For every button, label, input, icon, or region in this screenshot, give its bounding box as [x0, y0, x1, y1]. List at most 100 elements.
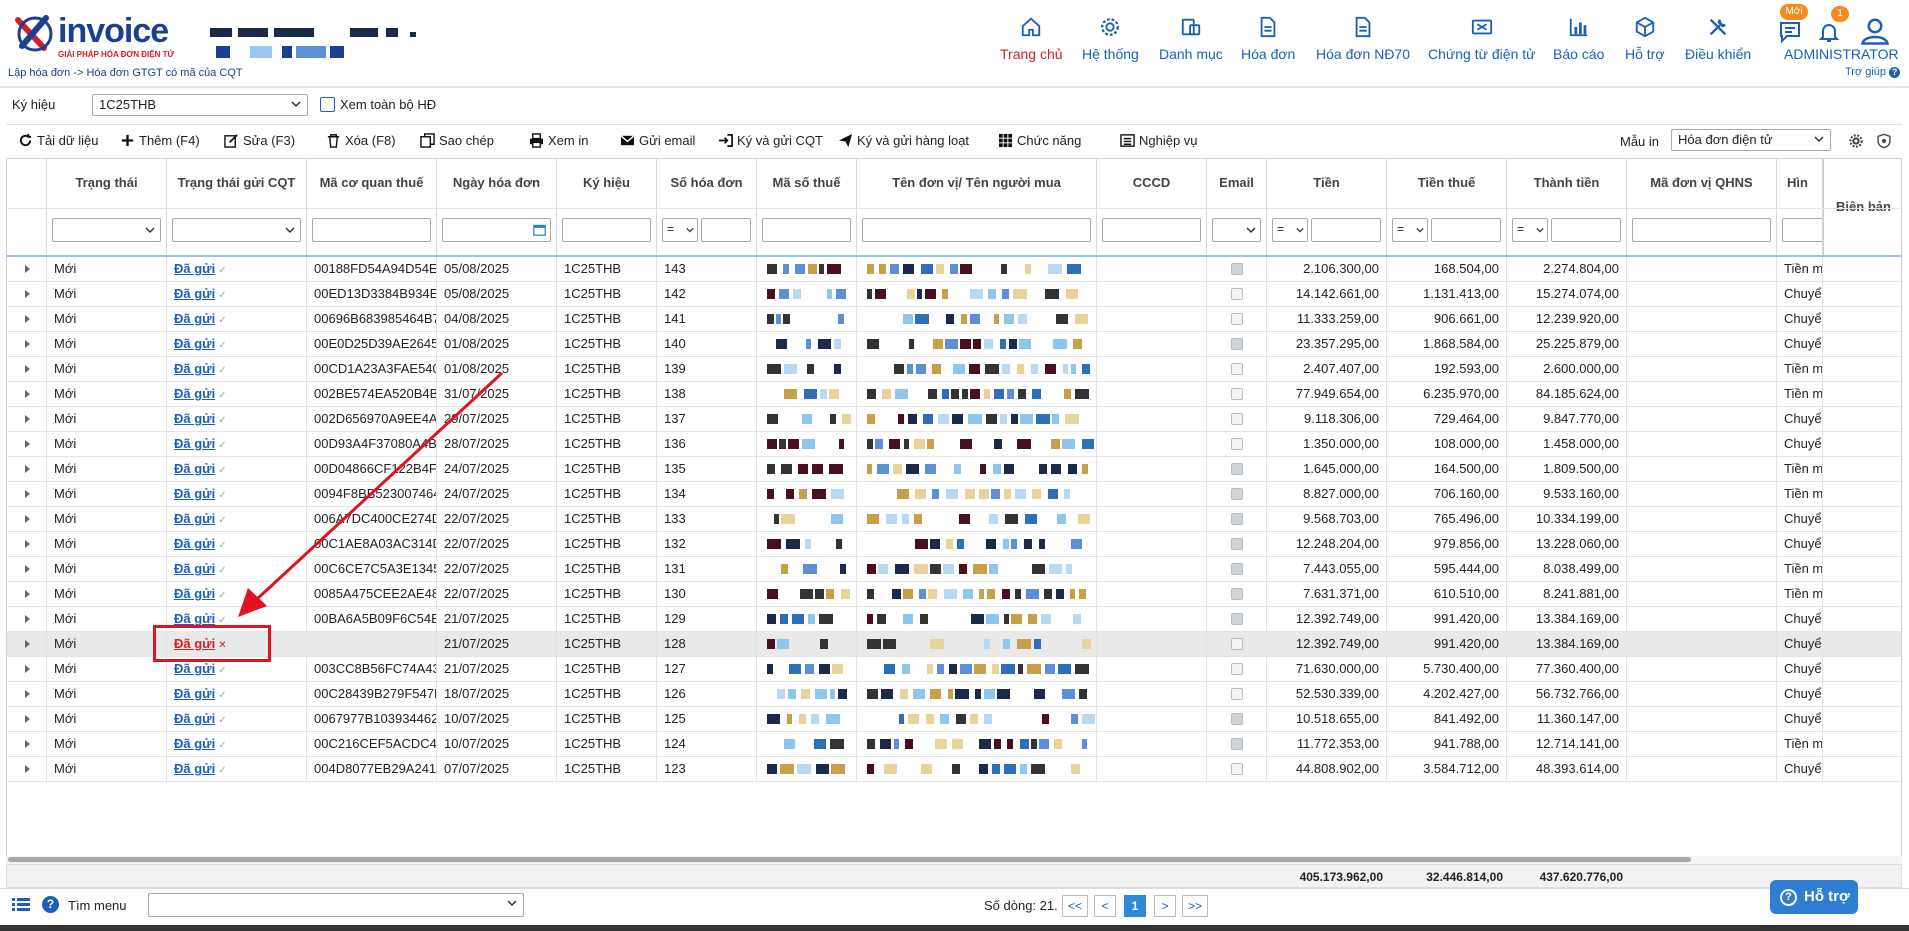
- pager-prev[interactable]: <: [1094, 895, 1116, 917]
- sent-status-link[interactable]: Đã gửi: [174, 711, 215, 726]
- menu-search-select[interactable]: [148, 893, 524, 917]
- sent-status-link[interactable]: Đã gửi: [174, 386, 215, 401]
- row-expand-cell[interactable]: [7, 332, 47, 357]
- col-cccd-header[interactable]: CCCD: [1097, 159, 1207, 255]
- table-row[interactable]: Mới Đã gửi ✕ 21/07/2025 1C25THB 128 12.392.749…: [7, 632, 1901, 657]
- email-checkbox[interactable]: [1230, 338, 1243, 350]
- row-expand-cell[interactable]: [7, 407, 47, 432]
- sent-status-link[interactable]: Đã gửi: [174, 511, 215, 526]
- row-expand-cell[interactable]: [7, 257, 47, 282]
- expand-arrow-icon[interactable]: [25, 565, 30, 573]
- message-button[interactable]: Mới: [1776, 4, 1808, 46]
- table-row[interactable]: Mới Đã gửi ✓ 00696B683985464B7 04/08/2025 1C2…: [7, 307, 1901, 332]
- form-filter-input[interactable]: [1782, 218, 1822, 242]
- scrollbar-thumb[interactable]: [8, 857, 1691, 862]
- nav-control[interactable]: Điều khiển: [1685, 10, 1751, 70]
- row-expand-cell[interactable]: [7, 707, 47, 732]
- table-row[interactable]: Mới Đã gửi ✓ 00E0D25D39AE2645 01/08/2025 1C25…: [7, 332, 1901, 357]
- row-expand-cell[interactable]: [7, 457, 47, 482]
- table-row[interactable]: Mới Đã gửi ✓ 006A7DC400CE274D 22/07/2025 1C25…: [7, 507, 1901, 532]
- nav-reports[interactable]: Báo cáo: [1553, 10, 1604, 70]
- table-row[interactable]: Mới Đã gửi ✓ 00CD1A23A3FAE540 01/08/2025 1C25…: [7, 357, 1901, 382]
- sent-status-link[interactable]: Đã gửi: [174, 486, 215, 501]
- horizontal-scrollbar[interactable]: [6, 856, 1902, 864]
- row-expand-cell[interactable]: [7, 657, 47, 682]
- expand-arrow-icon[interactable]: [25, 365, 30, 373]
- tax-filter-input[interactable]: [1431, 218, 1501, 242]
- table-row[interactable]: Mới Đã gửi ✓ 00C28439B279F547E 18/07/2025 1C2…: [7, 682, 1901, 707]
- table-row[interactable]: Mới Đã gửi ✓ 00D04866CF122B4F 24/07/2025 1C25…: [7, 457, 1901, 482]
- expand-arrow-icon[interactable]: [25, 390, 30, 398]
- sent-status-link[interactable]: Đã gửi: [174, 261, 215, 276]
- expand-arrow-icon[interactable]: [25, 315, 30, 323]
- sent-status-link[interactable]: Đã gửi: [174, 686, 215, 701]
- add-button[interactable]: Thêm (F4): [120, 133, 200, 148]
- email-checkbox[interactable]: [1230, 638, 1243, 650]
- email-checkbox[interactable]: [1230, 563, 1243, 575]
- kyhieu-select[interactable]: 1C25THB: [92, 94, 308, 116]
- nav-invoice-nd70[interactable]: Hóa đơn NĐ70: [1316, 10, 1410, 70]
- user-name[interactable]: ADMINISTRATOR: [1784, 46, 1899, 62]
- calendar-icon[interactable]: [533, 223, 546, 236]
- expand-arrow-icon[interactable]: [25, 490, 30, 498]
- menu-list-icon[interactable]: [12, 897, 30, 913]
- settings-gear-icon[interactable]: [1848, 133, 1864, 149]
- sent-status-link[interactable]: Đã gửi: [174, 411, 215, 426]
- col-tax-header[interactable]: Tiền thuế =: [1387, 159, 1507, 255]
- email-checkbox[interactable]: [1230, 763, 1243, 775]
- buyer-filter-input[interactable]: [862, 218, 1091, 242]
- row-expand-cell[interactable]: [7, 732, 47, 757]
- status-filter-select[interactable]: [52, 218, 161, 242]
- user-avatar-icon[interactable]: [1860, 16, 1890, 46]
- expand-arrow-icon[interactable]: [25, 340, 30, 348]
- row-expand-cell[interactable]: [7, 482, 47, 507]
- sent-status-link[interactable]: Đã gửi: [174, 586, 215, 601]
- table-row[interactable]: Mới Đã gửi ✓ 003CC8B56FC74A43 21/07/2025 1C25…: [7, 657, 1901, 682]
- edit-button[interactable]: Sửa (F3): [224, 133, 295, 148]
- col-amount-header[interactable]: Tiền =: [1267, 159, 1387, 255]
- email-checkbox[interactable]: [1230, 263, 1243, 275]
- col-symbol-header[interactable]: Ký hiệu: [557, 159, 657, 255]
- row-expand-cell[interactable]: [7, 282, 47, 307]
- logo[interactable]: invoice GIẢI PHÁP HÓA ĐƠN ĐIỆN TỬ: [14, 12, 184, 62]
- support-button[interactable]: ? Hỗ trợ: [1770, 880, 1858, 914]
- view-all-checkbox[interactable]: [320, 97, 335, 112]
- copy-button[interactable]: Sao chép: [420, 133, 494, 148]
- expand-arrow-icon[interactable]: [25, 765, 30, 773]
- table-row[interactable]: Mới Đã gửi ✓ 004D8077EB29A241E 07/07/2025 1C2…: [7, 757, 1901, 782]
- breadcrumb[interactable]: Lập hóa đơn -> Hóa đơn GTGT có mã của CQ…: [8, 67, 243, 79]
- table-row[interactable]: Mới Đã gửi ✓ 00C6CE7C5A3E1345 22/07/2025 1C25…: [7, 557, 1901, 582]
- col-taxid-header[interactable]: Mã số thuế: [757, 159, 857, 255]
- send-email-button[interactable]: Gửi email: [620, 133, 695, 148]
- col-minutes-header[interactable]: Biên bản: [1823, 159, 1901, 255]
- date-filter-input[interactable]: [442, 218, 551, 242]
- expand-arrow-icon[interactable]: [25, 440, 30, 448]
- table-row[interactable]: Mới Đã gửi ✓ 00D93A4F37080A4B 28/07/2025 1C25…: [7, 432, 1901, 457]
- pager-page-1[interactable]: 1: [1124, 895, 1146, 917]
- sign-send-button[interactable]: Ký và gửi CQT: [718, 133, 823, 148]
- sent-status-link[interactable]: Đã gửi: [174, 736, 215, 751]
- expand-arrow-icon[interactable]: [25, 690, 30, 698]
- table-row[interactable]: Mới Đã gửi ✓ 00188FD54A94D54EI 05/08/2025 1C2…: [7, 257, 1901, 282]
- expand-arrow-icon[interactable]: [25, 515, 30, 523]
- email-checkbox[interactable]: [1230, 713, 1243, 725]
- row-expand-cell[interactable]: [7, 532, 47, 557]
- email-checkbox[interactable]: [1230, 613, 1243, 625]
- email-checkbox[interactable]: [1230, 363, 1243, 375]
- shield-settings-icon[interactable]: [1876, 133, 1892, 149]
- amount-op-select[interactable]: =: [1272, 218, 1308, 242]
- tax-code-filter-input[interactable]: [312, 218, 431, 242]
- email-checkbox[interactable]: [1230, 388, 1243, 400]
- sent-status-filter-select[interactable]: [172, 218, 301, 242]
- expand-arrow-icon[interactable]: [25, 715, 30, 723]
- cccd-filter-input[interactable]: [1102, 218, 1201, 242]
- row-expand-cell[interactable]: [7, 382, 47, 407]
- row-expand-cell[interactable]: [7, 357, 47, 382]
- table-row[interactable]: Mới Đã gửi ✓ 00ED13D3384B934E 05/08/2025 1C25…: [7, 282, 1901, 307]
- nav-home[interactable]: Trang chủ: [1000, 10, 1063, 70]
- row-expand-cell[interactable]: [7, 307, 47, 332]
- email-checkbox[interactable]: [1230, 588, 1243, 600]
- help-question-icon[interactable]: ?: [42, 896, 59, 913]
- col-tax-code-header[interactable]: Mã cơ quan thuế: [307, 159, 437, 255]
- sent-status-link[interactable]: Đã gửi: [174, 611, 215, 626]
